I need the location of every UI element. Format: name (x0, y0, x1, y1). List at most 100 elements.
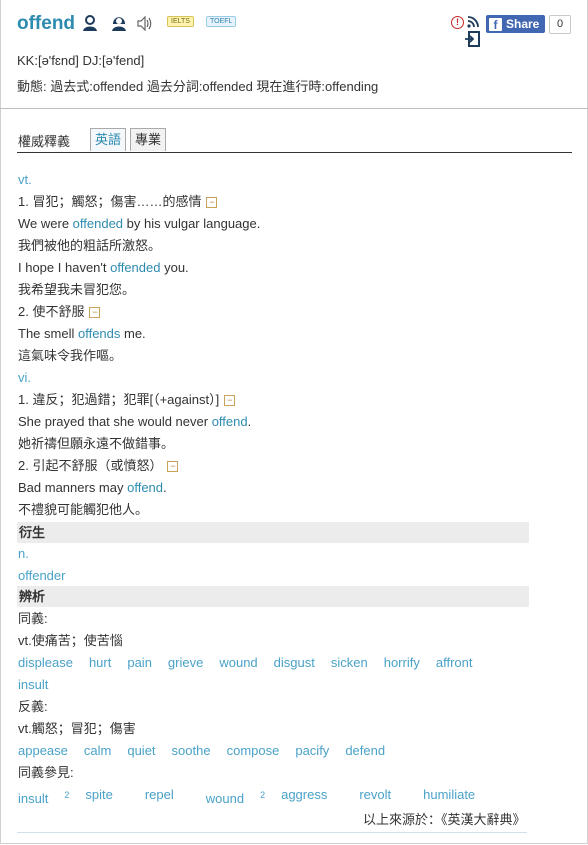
definition-text: 1. 違反；犯過錯；犯罪[（+against）] (18, 392, 220, 407)
synonym-link[interactable]: horrify (384, 654, 420, 672)
example-en: Bad manners may offend. (18, 479, 167, 497)
synonym-link[interactable]: hurt (89, 654, 111, 672)
definition: 1. 冒犯；觸怒；傷害……的感情 − (18, 193, 218, 211)
synonym-list-continued: insult (18, 676, 64, 694)
rss-icon[interactable] (467, 16, 479, 28)
synonym-link[interactable]: grieve (168, 654, 203, 672)
synonyms-sense: vt.使痛苦；使苦惱 (18, 633, 123, 648)
synonym-link[interactable]: displease (18, 654, 73, 672)
antonym-link[interactable]: defend (345, 742, 385, 760)
synonym-link[interactable]: wound (219, 654, 257, 672)
antonym-link[interactable]: soothe (172, 742, 211, 760)
example-text: The smell (18, 326, 78, 341)
synonym-link[interactable]: pain (127, 654, 152, 672)
ielts-badge[interactable]: IELTS (167, 16, 194, 27)
example-en: We were offended by his vulgar language. (18, 215, 260, 233)
see-also-list: insult 2 spite repel wound 2 aggress revol… (18, 786, 507, 808)
speaker-icon[interactable] (137, 16, 154, 31)
see-also-word: wound (205, 791, 245, 807)
tab-english[interactable]: 英語 (90, 128, 127, 151)
collapse-icon[interactable]: − (167, 461, 179, 473)
see-also-link[interactable]: aggress (281, 786, 343, 808)
share-count: 0 (549, 15, 571, 34)
example-text: me. (120, 326, 146, 341)
highlighted-word: offended (72, 216, 124, 231)
example-zh: 這氣味令我作嘔。 (18, 348, 123, 363)
see-also-link[interactable]: revolt (359, 786, 407, 808)
definition-text: 2. 使不舒服 (18, 304, 85, 319)
example-en: She prayed that she would never offend. (18, 413, 251, 431)
verb-forms: 動態: 過去式:offended 過去分詞:offended 現在進行時:off… (17, 79, 379, 94)
example-en: I hope I haven't offended you. (18, 259, 189, 277)
definition-text: 2. 引起不舒服（或憤怒） (18, 458, 163, 473)
see-also-link[interactable]: humiliate (423, 786, 491, 808)
collapse-icon[interactable]: − (224, 395, 236, 407)
synonym-link[interactable]: disgust (274, 654, 315, 672)
source-note: 以上來源於：《英漢大辭典》 (363, 812, 526, 827)
facebook-share-button[interactable]: f Share (486, 15, 545, 33)
female-speaker-icon[interactable] (110, 14, 128, 32)
see-also-word: repel (144, 787, 174, 802)
see-also-word: spite (85, 787, 113, 802)
add-to-wordbook-icon[interactable] (464, 31, 480, 47)
example-zh: 我希望我未冒犯您。 (18, 282, 136, 297)
antonym-link[interactable]: appease (18, 742, 68, 760)
word-header: offend IELTS TOEFL ! f Share 0 KK:[ə'fɛn… (0, 0, 588, 109)
headword: offend (17, 13, 76, 34)
facebook-icon: f (489, 17, 502, 32)
example-text: Bad manners may (18, 480, 128, 495)
antonyms-label: 反義: (18, 699, 48, 714)
collapse-icon[interactable]: − (89, 307, 101, 319)
example-en: The smell offends me. (18, 325, 146, 343)
see-also-link[interactable]: wound 2 (206, 786, 265, 808)
definition: 2. 使不舒服 − (18, 303, 101, 321)
example-text: . (163, 480, 167, 495)
example-zh: 我們被他的粗話所激怒。 (18, 238, 162, 253)
analysis-heading: 辨析 (17, 586, 529, 607)
antonym-link[interactable]: pacify (295, 742, 329, 760)
antonym-link[interactable]: calm (84, 742, 111, 760)
synonym-link[interactable]: sicken (331, 654, 368, 672)
antonym-link[interactable]: compose (227, 742, 280, 760)
example-text: We were (18, 216, 73, 231)
see-also-link[interactable]: insult 2 (18, 786, 69, 808)
antonym-link[interactable]: quiet (127, 742, 155, 760)
synonym-link[interactable]: affront (436, 654, 473, 672)
synonyms-label: 同義: (18, 611, 48, 626)
definition-text: 1. 冒犯；觸怒；傷害……的感情 (18, 194, 202, 209)
see-also-link[interactable]: spite (85, 786, 128, 808)
see-also-word: aggress (281, 787, 328, 802)
definition-tabs: 權威釋義 英語 專業 (17, 127, 572, 153)
see-also-link[interactable]: repel (145, 786, 190, 808)
example-zh: 不禮貌可能觸犯他人。 (18, 502, 149, 517)
see-also-word: humiliate (423, 787, 476, 802)
highlighted-word: offended (110, 260, 161, 275)
pos-label-vi: vi. (18, 370, 31, 385)
example-text: you. (160, 260, 189, 275)
derivative-link[interactable]: offender (18, 567, 65, 585)
pos-label-n: n. (18, 546, 29, 561)
divider (17, 832, 527, 833)
synonym-link[interactable]: insult (18, 676, 48, 694)
example-text: by his vulgar language. (123, 216, 261, 231)
share-label: Share (506, 17, 540, 31)
toefl-badge[interactable]: TOEFL (206, 16, 237, 27)
sense-number: 2 (260, 790, 266, 800)
example-zh: 她祈禱但願永遠不做錯事。 (18, 436, 175, 451)
antonym-list: appease calm quiet soothe compose pacify… (18, 742, 401, 760)
highlighted-word: offends (77, 326, 121, 341)
highlighted-word: offend (127, 480, 164, 495)
example-text: I hope I haven't (18, 260, 111, 275)
synonym-list: displease hurt pain grieve wound disgust… (18, 654, 488, 672)
antonyms-sense: vt.觸怒；冒犯；傷害 (18, 721, 136, 736)
collapse-icon[interactable]: − (206, 197, 218, 209)
definition: 2. 引起不舒服（或憤怒） − (18, 457, 179, 475)
tab-professional[interactable]: 專業 (130, 128, 167, 151)
example-text: She prayed that she would never (18, 414, 212, 429)
definition: 1. 違反；犯過錯；犯罪[（+against）] − (18, 391, 236, 409)
report-icon[interactable]: ! (451, 16, 464, 29)
derivatives-heading: 衍生 (17, 522, 529, 543)
male-speaker-icon[interactable] (81, 14, 99, 32)
see-also-word: revolt (359, 787, 392, 802)
example-text: . (247, 414, 252, 429)
